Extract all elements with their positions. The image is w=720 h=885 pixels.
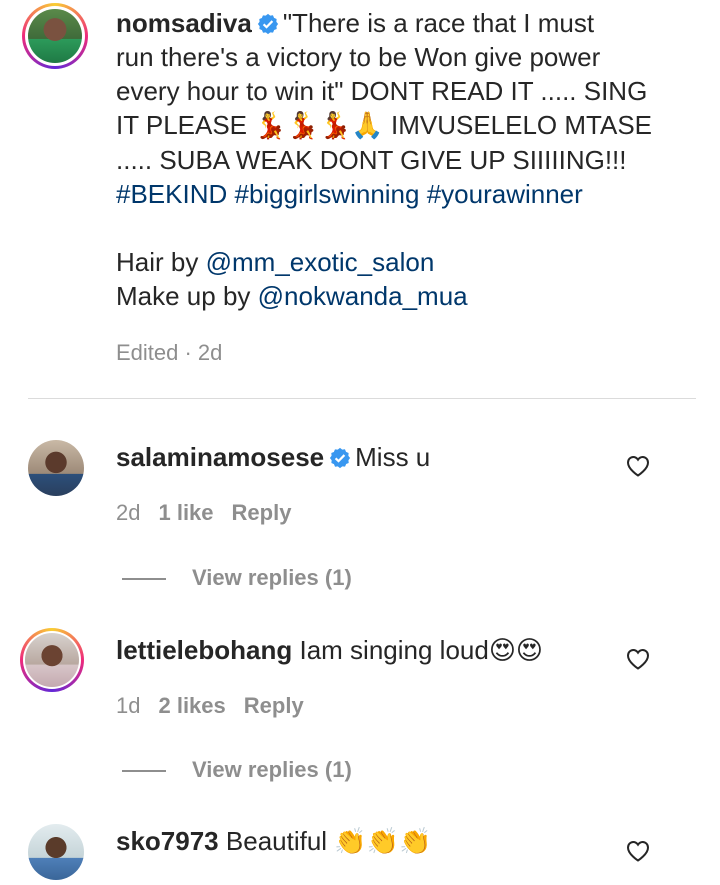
caption-line-1: "There is a race that I must bbox=[282, 8, 595, 38]
view-replies-label[interactable]: View replies (1) bbox=[192, 757, 352, 782]
comment-3: sko7973 Beautiful 👏👏👏 bbox=[116, 824, 676, 859]
view-replies-button[interactable]: View replies (1) bbox=[122, 757, 352, 783]
replies-line bbox=[122, 578, 166, 581]
caption-text: nomsadiva "There is a race that I must ru… bbox=[116, 6, 676, 313]
verified-badge-icon bbox=[330, 447, 351, 469]
comment-likes[interactable]: 2 likes bbox=[158, 693, 225, 718]
caption-hashtags[interactable]: #BEKIND #biggirlswinning #yourawinner bbox=[116, 179, 583, 209]
caption-avatar[interactable] bbox=[22, 3, 88, 69]
avatar-sko7973[interactable] bbox=[28, 824, 84, 880]
replies-line bbox=[122, 770, 166, 773]
reply-button[interactable]: Reply bbox=[244, 693, 304, 718]
caption-line-4a: IT PLEASE bbox=[116, 110, 255, 140]
comment-time: 2d bbox=[116, 500, 141, 525]
comment-text: Beautiful bbox=[225, 826, 335, 856]
heart-icon[interactable] bbox=[626, 648, 650, 670]
heart-icon[interactable] bbox=[626, 840, 650, 862]
comment-1: salaminamosese Miss u bbox=[116, 440, 676, 474]
avatar-salaminamosese[interactable] bbox=[28, 440, 84, 496]
reply-button[interactable]: Reply bbox=[232, 500, 292, 525]
heart-icon[interactable] bbox=[626, 455, 650, 477]
caption-line-5: ..... SUBA WEAK DONT GIVE UP SIIIIING!!! bbox=[116, 145, 627, 175]
hair-label: Hair by bbox=[116, 247, 206, 277]
hair-mention-link[interactable]: @mm_exotic_salon bbox=[206, 247, 435, 277]
heart-eyes-emoji: 😍😍 bbox=[488, 636, 544, 666]
avatar-lettielebohang[interactable] bbox=[20, 628, 84, 692]
divider bbox=[28, 398, 696, 399]
makeup-label: Make up by bbox=[116, 281, 258, 311]
comment-2-meta: 1d 2 likes Reply bbox=[116, 693, 322, 719]
caption-meta: Edited · 2d bbox=[116, 340, 240, 366]
comment-text: Iam singing loud bbox=[299, 635, 489, 665]
view-replies-label[interactable]: View replies (1) bbox=[192, 565, 352, 590]
comment-text: Miss u bbox=[355, 442, 431, 472]
comment-likes[interactable]: 1 like bbox=[158, 500, 213, 525]
comment-time: 1d bbox=[116, 693, 141, 718]
comment-username[interactable]: lettielebohang bbox=[116, 635, 292, 665]
comment-2: lettielebohang Iam singing loud😍😍 bbox=[116, 633, 676, 668]
verified-badge-icon bbox=[257, 13, 278, 35]
caption-line-4b: IMVUSELELO MTASE bbox=[383, 110, 653, 140]
caption-line-2: run there's a victory to be Won give pow… bbox=[116, 42, 601, 72]
caption-line-3: every hour to win it" DONT READ IT .....… bbox=[116, 76, 648, 106]
caption-username[interactable]: nomsadiva bbox=[116, 8, 252, 38]
view-replies-button[interactable]: View replies (1) bbox=[122, 565, 352, 591]
clapping-emoji: 👏👏👏 bbox=[334, 827, 432, 857]
edited-time: Edited · 2d bbox=[116, 340, 223, 365]
makeup-mention-link[interactable]: @nokwanda_mua bbox=[258, 281, 468, 311]
comment-username[interactable]: sko7973 bbox=[116, 826, 219, 856]
comment-1-meta: 2d 1 like Reply bbox=[116, 500, 309, 526]
dance-emoji: 💃💃💃🙏 bbox=[254, 111, 384, 141]
comment-username[interactable]: salaminamosese bbox=[116, 442, 324, 472]
